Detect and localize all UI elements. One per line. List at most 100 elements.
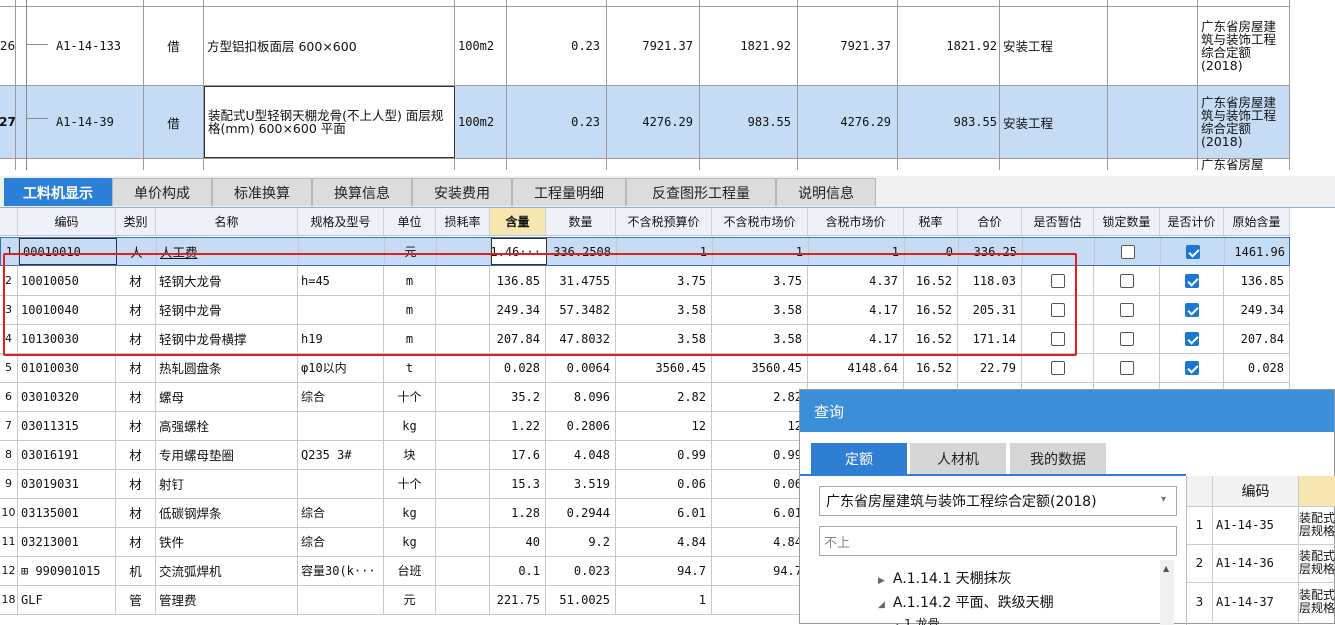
resource-code[interactable]: 01010030 (18, 353, 116, 382)
lock-quantity-checkbox[interactable] (1094, 266, 1160, 295)
provisional-checkbox[interactable] (1050, 360, 1065, 375)
chevron-down-icon[interactable]: ▾ (1161, 494, 1166, 505)
caret-right-icon[interactable]: ▶ (878, 576, 885, 586)
provisional-checkbox[interactable] (1022, 324, 1094, 353)
resource-name[interactable]: 管理费 (156, 585, 298, 614)
is-priced-checkbox[interactable] (1160, 266, 1224, 295)
table-row[interactable]: 5 01010030 材热轧圆盘条 φ10以内 t 0.028 0.0064 3560.45 3… (0, 353, 1290, 383)
tree-node-expanded[interactable]: ◢ A.1.14.2 平面、跌级天棚 (878, 592, 1054, 612)
resource-code[interactable]: 10010050 (18, 266, 116, 295)
is-priced-checkbox[interactable] (1160, 324, 1224, 353)
col-tax-rate[interactable]: 税率 (904, 208, 958, 235)
resource-name[interactable]: 轻钢中龙骨 (156, 295, 298, 324)
resource-quantity[interactable]: 0.2806 (546, 411, 616, 440)
pretax-market-price[interactable] (712, 585, 808, 614)
results-col-code[interactable]: 编码 (1213, 476, 1299, 506)
tab-standard-conversion[interactable]: 标准换算 (212, 178, 312, 206)
col-spec[interactable]: 规格及型号 (298, 208, 384, 235)
pretax-market-price[interactable]: 3560.45 (712, 353, 808, 382)
table-row[interactable]: 2 10010050 材轻钢大龙骨 h=45 m 136.85 31.4755 3.75 3.7… (0, 266, 1290, 296)
resource-quantity[interactable]: 47.8032 (546, 324, 616, 353)
is-priced-checkbox[interactable] (1184, 360, 1199, 375)
tree-node[interactable]: ▶ A.1.14.1 天棚抹灰 (878, 568, 1012, 588)
col-pretax-market-price[interactable]: 不含税市场价 (712, 208, 808, 235)
query-title[interactable]: 查询 (800, 390, 1334, 432)
col-quantity[interactable]: 数量 (546, 208, 616, 235)
resource-content[interactable]: 40 (490, 527, 546, 556)
resource-quantity[interactable]: 8.096 (546, 382, 616, 411)
pretax-market-price[interactable]: 2.82 (712, 382, 808, 411)
provisional-checkbox[interactable] (1022, 266, 1094, 295)
resource-quantity[interactable]: 336.2508 (547, 238, 617, 265)
quota-major[interactable]: 安装工程 (1000, 6, 1108, 85)
lock-quantity-checkbox[interactable] (1094, 324, 1160, 353)
resource-name[interactable]: 轻钢中龙骨横撑 (156, 324, 298, 353)
resource-quantity[interactable]: 0.023 (546, 556, 616, 585)
scroll-up-icon[interactable]: ▲ (1163, 564, 1169, 573)
provisional-checkbox[interactable] (1022, 353, 1094, 382)
resource-code[interactable]: ⊞ 990901015 (18, 556, 116, 585)
pretax-market-price[interactable]: 0.06 (712, 469, 808, 498)
resource-name[interactable]: 交流弧焊机 (156, 556, 298, 585)
resource-name[interactable]: 高强螺栓 (156, 411, 298, 440)
resource-name[interactable]: 低碳钢焊条 (156, 498, 298, 527)
resource-quantity[interactable]: 4.048 (546, 440, 616, 469)
col-pretax-budget-price[interactable]: 不含税预算价 (616, 208, 712, 235)
quota-code[interactable]: A1-14-133 (16, 6, 144, 85)
resource-content[interactable]: 0.028 (490, 353, 546, 382)
resource-name[interactable]: 轻钢大龙骨 (156, 266, 298, 295)
resource-code[interactable]: GLF (18, 585, 116, 614)
resource-content[interactable]: 1.22 (490, 411, 546, 440)
pretax-market-price[interactable]: 94.7 (712, 556, 808, 585)
resource-quantity[interactable]: 0.0064 (546, 353, 616, 382)
table-row[interactable]: 3 10010040 材轻钢中龙骨 m 249.34 57.3482 3.58 3.58 4.1… (0, 295, 1290, 325)
resource-content[interactable]: 249.34 (490, 295, 546, 324)
col-total[interactable]: 合价 (958, 208, 1022, 235)
result-name[interactable]: 装配式层规格 (1299, 544, 1335, 582)
provisional-checkbox[interactable] (1023, 238, 1095, 265)
is-priced-checkbox[interactable] (1184, 273, 1199, 288)
quota-name[interactable]: 方型铝扣板面层 600×600 (204, 6, 455, 85)
resource-quantity[interactable]: 9.2 (546, 527, 616, 556)
lock-quantity-checkbox[interactable] (1095, 238, 1161, 265)
col-content[interactable]: 含量 (490, 208, 546, 235)
resource-name[interactable]: 热轧圆盘条 (156, 353, 298, 382)
pretax-market-price[interactable]: 3.58 (712, 324, 808, 353)
lock-quantity-checkbox[interactable] (1119, 273, 1134, 288)
caret-down-icon[interactable]: ◢ (878, 600, 885, 610)
resource-content[interactable]: 35.2 (490, 382, 546, 411)
tree-scrollbar[interactable]: ▲ (1160, 560, 1174, 625)
tab-reverse-graphic-quantity[interactable]: 反查图形工程量 (626, 178, 776, 206)
is-priced-checkbox[interactable] (1160, 295, 1224, 324)
resource-name[interactable]: 专用螺母垫圈 (156, 440, 298, 469)
result-name[interactable]: 装配式层规格 (1299, 582, 1335, 622)
quota-major[interactable]: 安装工程 (1000, 86, 1108, 158)
quota-quantity[interactable]: 0.23 (507, 86, 607, 158)
query-tab-resources[interactable]: 人材机 (910, 443, 1006, 474)
pretax-market-price[interactable]: 1 (713, 238, 809, 265)
col-lock-quantity[interactable]: 锁定数量 (1094, 208, 1160, 235)
resource-content[interactable]: 221.75 (490, 585, 546, 614)
tab-unit-price-composition[interactable]: 单价构成 (112, 178, 212, 206)
col-is-priced[interactable]: 是否计价 (1160, 208, 1224, 235)
resource-name[interactable]: 铁件 (156, 527, 298, 556)
pretax-market-price[interactable]: 3.58 (712, 295, 808, 324)
quota-code[interactable]: A1-14-39 (16, 86, 144, 158)
resource-quantity[interactable]: 57.3482 (546, 295, 616, 324)
lock-quantity-checkbox[interactable] (1119, 302, 1134, 317)
is-priced-checkbox[interactable] (1160, 353, 1224, 382)
provisional-checkbox[interactable] (1022, 295, 1094, 324)
lock-quantity-checkbox[interactable] (1094, 353, 1160, 382)
provisional-checkbox[interactable] (1050, 302, 1065, 317)
is-priced-checkbox[interactable] (1184, 302, 1199, 317)
col-unit[interactable]: 单位 (384, 208, 436, 235)
tab-description[interactable]: 说明信息 (776, 178, 876, 206)
result-row[interactable]: 1 A1-14-35 装配式层规格 (1187, 506, 1335, 545)
result-row[interactable]: 2 A1-14-36 装配式层规格 (1187, 544, 1335, 583)
quota-quantity[interactable]: 0.23 (507, 6, 607, 85)
provisional-checkbox[interactable] (1050, 273, 1065, 288)
lock-quantity-checkbox[interactable] (1120, 244, 1135, 259)
lock-quantity-checkbox[interactable] (1094, 295, 1160, 324)
resource-code[interactable]: 03135001 (18, 498, 116, 527)
is-priced-checkbox[interactable] (1184, 331, 1199, 346)
